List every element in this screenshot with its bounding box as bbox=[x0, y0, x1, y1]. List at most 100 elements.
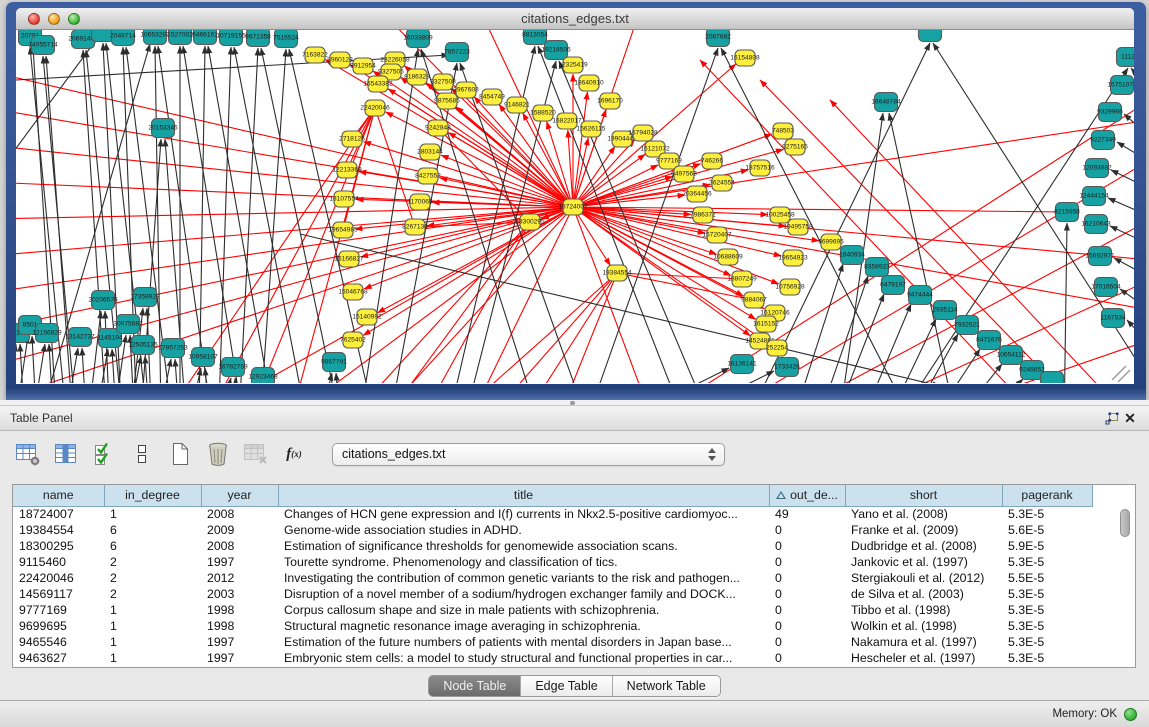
network-node-yellow[interactable]: 1170065 bbox=[407, 194, 433, 210]
table-cell[interactable]: Tibbo et al. (1998) bbox=[845, 602, 1002, 618]
network-node-teal[interactable]: 20206576 bbox=[88, 291, 118, 310]
network-edge[interactable] bbox=[1117, 142, 1134, 156]
network-edge[interactable] bbox=[239, 48, 259, 383]
network-node-yellow[interactable]: 748503 bbox=[772, 123, 794, 139]
table-cell[interactable]: 5.6E-5 bbox=[1002, 522, 1092, 538]
network-node-teal[interactable]: 9671358 bbox=[245, 30, 271, 47]
network-node-teal[interactable]: 15751074 bbox=[1107, 76, 1134, 95]
close-window-button[interactable] bbox=[28, 13, 40, 25]
network-node-yellow[interactable]: 1696170 bbox=[597, 93, 623, 109]
table-cell[interactable]: 1997 bbox=[201, 650, 278, 666]
table-cell[interactable]: 2 bbox=[104, 554, 201, 570]
zoom-window-button[interactable] bbox=[68, 13, 80, 25]
network-edge[interactable] bbox=[157, 359, 171, 383]
network-edge[interactable] bbox=[205, 368, 210, 383]
table-cell[interactable]: de Silva et al. (2003) bbox=[845, 586, 1002, 602]
network-node-teal[interactable]: 16648784 bbox=[871, 93, 901, 112]
network-node-yellow[interactable]: 18807249 bbox=[727, 271, 757, 287]
table-cell[interactable]: Franke et al. (2009) bbox=[845, 522, 1002, 538]
network-edge[interactable] bbox=[127, 356, 141, 383]
network-edge[interactable] bbox=[620, 100, 1134, 383]
table-cell[interactable]: Tourette syndrome. Phenomenology and cla… bbox=[278, 554, 769, 570]
network-node-teal[interactable]: 16136141 bbox=[727, 355, 757, 374]
network-node-teal[interactable]: 2935114 bbox=[932, 301, 958, 320]
table-cell[interactable]: 9777169 bbox=[13, 602, 104, 618]
network-node-yellow[interactable]: 7163822 bbox=[302, 47, 328, 63]
column-header-short[interactable]: short bbox=[845, 485, 1002, 506]
network-edge[interactable] bbox=[1127, 320, 1134, 334]
new-column-button[interactable] bbox=[166, 441, 194, 467]
network-node-yellow[interactable]: 9146821 bbox=[504, 97, 530, 113]
network-edge[interactable] bbox=[617, 273, 742, 279]
network-node-yellow[interactable]: 9275165 bbox=[782, 139, 808, 155]
network-node-yellow[interactable]: 8267130 bbox=[402, 219, 428, 235]
table-cell[interactable]: 0 bbox=[769, 602, 845, 618]
table-cell[interactable]: Disruption of a novel member of a sodium… bbox=[278, 586, 769, 602]
network-node-teal[interactable]: 1733426 bbox=[774, 358, 800, 377]
view-resize-corner[interactable] bbox=[1112, 366, 1130, 382]
network-node-yellow[interactable]: 3624554 bbox=[709, 175, 735, 191]
network-edge[interactable] bbox=[82, 348, 87, 383]
table-cell[interactable]: 0 bbox=[769, 522, 845, 538]
table-cell[interactable]: 9115460 bbox=[13, 554, 104, 570]
table-cell[interactable]: 2 bbox=[104, 586, 201, 602]
table-cell[interactable]: 14569117 bbox=[13, 586, 104, 602]
network-node-yellow[interactable]: 9242848 bbox=[425, 120, 451, 136]
table-cell[interactable]: 22420046 bbox=[13, 570, 104, 586]
table-cell[interactable]: 18724007 bbox=[13, 506, 104, 522]
tab-edge-table[interactable]: Edge Table bbox=[521, 676, 612, 696]
table-row[interactable]: 1456911722003Disruption of a novel membe… bbox=[13, 586, 1092, 602]
table-cell[interactable]: Genome-wide association studies in ADHD. bbox=[278, 522, 769, 538]
network-edge[interactable] bbox=[1108, 198, 1134, 212]
table-cell[interactable]: 5.3E-5 bbox=[1002, 602, 1092, 618]
table-row[interactable]: 977716911998Corpus callosum shape and si… bbox=[13, 602, 1092, 618]
table-cell[interactable]: 1998 bbox=[201, 602, 278, 618]
network-edge[interactable] bbox=[949, 364, 1002, 383]
network-node-yellow[interactable]: 8186328 bbox=[404, 69, 430, 85]
network-node-teal[interactable]: 7857223 bbox=[444, 43, 470, 62]
table-scrollbar-thumb[interactable] bbox=[1120, 509, 1130, 537]
delete-column-button[interactable] bbox=[204, 441, 232, 467]
table-cell[interactable]: 5.3E-5 bbox=[1002, 586, 1092, 602]
column-header-name[interactable]: name bbox=[13, 485, 104, 506]
network-edge[interactable] bbox=[1131, 68, 1134, 383]
network-edge[interactable] bbox=[370, 222, 530, 383]
table-cell[interactable]: 2008 bbox=[201, 538, 278, 554]
network-node-teal[interactable]: 16210643 bbox=[1081, 215, 1111, 234]
table-cell[interactable]: 5.9E-5 bbox=[1002, 538, 1092, 554]
table-cell[interactable]: 0 bbox=[769, 538, 845, 554]
network-node-teal[interactable]: 14055714 bbox=[28, 36, 58, 55]
network-node-teal[interactable]: 9329966 bbox=[1097, 103, 1123, 122]
network-node-yellow[interactable]: 15046768 bbox=[338, 284, 368, 300]
table-row[interactable]: 969969511998Structural magnetic resonanc… bbox=[13, 618, 1092, 634]
network-node-teal[interactable] bbox=[919, 30, 942, 42]
network-node-teal[interactable]: 7932621 bbox=[954, 316, 980, 335]
network-canvas[interactable]: 2079114055714206914062049714106532871527… bbox=[16, 30, 1134, 383]
column-header-out_de[interactable]: out_de... bbox=[769, 485, 845, 506]
network-node-yellow[interactable]: 22420046 bbox=[360, 100, 390, 116]
network-node-teal[interactable]: 12093882 bbox=[1082, 159, 1112, 178]
network-edge[interactable] bbox=[375, 108, 415, 227]
table-cell[interactable]: 0 bbox=[769, 570, 845, 586]
network-node-yellow[interactable]: 19654985 bbox=[328, 222, 358, 238]
close-panel-icon[interactable]: ✕ bbox=[1121, 410, 1139, 426]
network-node-yellow[interactable]: 19654923 bbox=[778, 250, 808, 266]
network-node-teal[interactable]: 9857791 bbox=[321, 353, 347, 372]
table-cell[interactable]: Embryonic stem cells: a model to study s… bbox=[278, 650, 769, 666]
network-node-teal[interactable]: 8215958 bbox=[1054, 203, 1080, 222]
column-header-in_degree[interactable]: in_degree bbox=[104, 485, 201, 506]
table-cell[interactable]: Corpus callosum shape and size in male p… bbox=[278, 602, 769, 618]
network-node-yellow[interactable]: 8427552 bbox=[415, 168, 441, 184]
network-node-teal[interactable]: 12505135 bbox=[128, 336, 158, 355]
table-row[interactable]: 1872400712008Changes of HCN gene express… bbox=[13, 506, 1092, 522]
network-node-teal[interactable]: 7515524 bbox=[273, 30, 299, 48]
table-cell[interactable]: 0 bbox=[769, 650, 845, 666]
table-cell[interactable]: 0 bbox=[769, 634, 845, 650]
table-cell[interactable]: 1 bbox=[104, 634, 201, 650]
tab-node-table[interactable]: Node Table bbox=[429, 676, 521, 696]
network-edge[interactable] bbox=[970, 379, 1023, 383]
table-cell[interactable]: 2003 bbox=[201, 586, 278, 602]
network-edge[interactable] bbox=[1110, 226, 1134, 240]
network-edge[interactable] bbox=[260, 49, 287, 383]
network-node-teal[interactable]: 13142737 bbox=[65, 328, 95, 347]
